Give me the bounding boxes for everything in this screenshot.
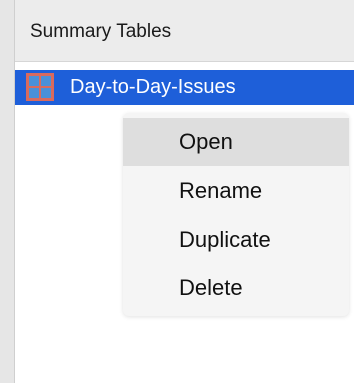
panel-header: Summary Tables xyxy=(15,0,354,62)
list-item-label: Day-to-Day-Issues xyxy=(70,76,236,98)
table-grid-icon xyxy=(26,73,54,101)
list-item-day-to-day-issues[interactable]: Day-to-Day-Issues xyxy=(15,70,354,105)
left-edge-strip xyxy=(0,0,15,383)
menu-item-delete[interactable]: Delete xyxy=(123,264,349,312)
menu-item-label: Open xyxy=(179,129,233,154)
menu-item-duplicate[interactable]: Duplicate xyxy=(123,216,349,264)
menu-item-label: Delete xyxy=(179,275,243,300)
menu-item-label: Rename xyxy=(179,178,263,203)
menu-item-label: Duplicate xyxy=(179,227,271,252)
menu-item-open[interactable]: Open xyxy=(123,118,349,166)
panel-title: Summary Tables xyxy=(30,21,172,42)
menu-item-rename[interactable]: Rename xyxy=(123,167,349,215)
context-menu: Open Rename Duplicate Delete xyxy=(123,113,349,316)
summary-tables-panel: Summary Tables Day-to-Day-Issues Open Re… xyxy=(15,0,354,383)
